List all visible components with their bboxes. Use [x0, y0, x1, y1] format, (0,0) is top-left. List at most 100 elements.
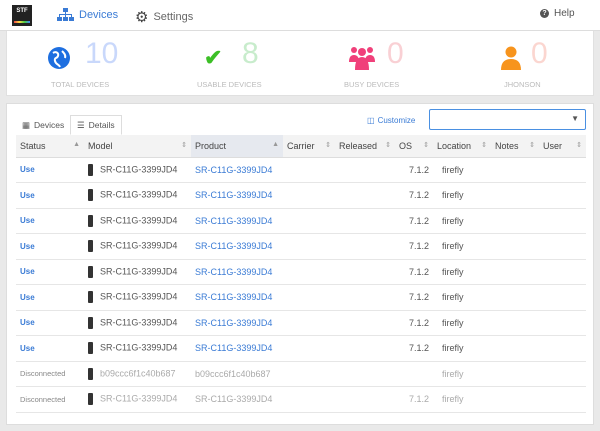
os-cell: 7.1.2 [395, 335, 433, 362]
model-cell: SR-C11G-3399JD4 [84, 157, 191, 183]
model-cell: b09ccc6f1c40b687 [84, 361, 191, 387]
product-cell[interactable]: SR-C11G-3399JD4 [191, 335, 283, 362]
model-cell: SR-C11G-3399JD4 [84, 233, 191, 260]
use-button[interactable]: Use [20, 191, 35, 200]
user-cell [539, 182, 586, 209]
phone-icon [88, 189, 93, 202]
status-cell[interactable]: Use [16, 335, 84, 362]
phone-icon [88, 316, 93, 329]
model-cell: SR-C11G-3399JD4 [84, 259, 191, 285]
os-cell: 7.1.2 [395, 284, 433, 311]
user-cell [539, 361, 586, 387]
phone-icon [88, 291, 93, 304]
location-cell: firefly [433, 259, 491, 285]
notes-cell [491, 182, 539, 209]
table-row: Use SR-C11G-3399JD4 SR-C11G-3399JD4 7.1.2 fi… [16, 182, 586, 209]
table-row: Use SR-C11G-3399JD4 SR-C11G-3399JD4 7.1.2 fi… [16, 259, 586, 285]
released-cell [335, 233, 395, 260]
nav-help[interactable]: ? Help [540, 8, 575, 19]
location-cell: firefly [433, 386, 491, 413]
product-cell[interactable]: SR-C11G-3399JD4 [191, 259, 283, 285]
product-cell[interactable]: SR-C11G-3399JD4 [191, 182, 283, 209]
table-row: Use SR-C11G-3399JD4 SR-C11G-3399JD4 7.1.2 fi… [16, 208, 586, 234]
os-cell: 7.1.2 [395, 157, 433, 183]
phone-icon [88, 367, 93, 380]
column-header-carrier[interactable]: Carrier ⇕ [283, 135, 335, 158]
column-header-notes[interactable]: Notes ⇕ [491, 135, 539, 158]
os-cell: 7.1.2 [395, 233, 433, 260]
model-cell: SR-C11G-3399JD4 [84, 284, 191, 311]
user-icon [501, 46, 521, 70]
notes-cell [491, 208, 539, 234]
product-cell[interactable]: SR-C11G-3399JD4 [191, 208, 283, 234]
table-row: Use SR-C11G-3399JD4 SR-C11G-3399JD4 7.1.2 fi… [16, 284, 586, 311]
stf-logo[interactable]: STF [12, 5, 32, 26]
status-cell[interactable]: Use [16, 182, 84, 209]
question-circle-icon: ? [540, 9, 549, 18]
status-cell[interactable]: Use [16, 259, 84, 285]
model-cell: SR-C11G-3399JD4 [84, 335, 191, 362]
use-button[interactable]: Use [20, 242, 35, 251]
column-header-status[interactable]: Status ▲ [16, 135, 84, 158]
column-header-location[interactable]: Location ⇕ [433, 135, 491, 158]
sort-icon: ⇕ [325, 141, 331, 149]
location-cell: firefly [433, 182, 491, 209]
phone-icon [88, 214, 93, 227]
carrier-cell [283, 233, 335, 260]
status-cell[interactable]: Use [16, 157, 84, 183]
product-cell[interactable]: SR-C11G-3399JD4 [191, 310, 283, 336]
sort-icon: ⇕ [529, 141, 535, 149]
customize-button[interactable]: ◫ Customize [367, 116, 415, 125]
carrier-cell [283, 361, 335, 387]
product-cell[interactable]: SR-C11G-3399JD4 [191, 233, 283, 260]
use-button[interactable]: Use [20, 216, 35, 225]
users-icon [349, 47, 375, 70]
filter-select[interactable]: ▼ [429, 109, 586, 130]
column-header-os[interactable]: OS ⇕ [395, 135, 433, 158]
model-cell: SR-C11G-3399JD4 [84, 386, 191, 413]
tab-details[interactable]: ☰ Details [70, 115, 122, 135]
notes-cell [491, 335, 539, 362]
carrier-cell [283, 259, 335, 285]
product-cell[interactable]: SR-C11G-3399JD4 [191, 284, 283, 311]
top-nav: STF Devices ⚙ Settings ? Help [0, 0, 600, 31]
user-cell [539, 284, 586, 311]
location-cell: firefly [433, 208, 491, 234]
status-cell: Disconnected [16, 386, 84, 413]
product-cell: SR-C11G-3399JD4 [191, 386, 283, 413]
column-header-product[interactable]: Product ▲ [191, 135, 283, 158]
use-button[interactable]: Use [20, 344, 35, 353]
released-cell [335, 386, 395, 413]
table-row: Use SR-C11G-3399JD4 SR-C11G-3399JD4 7.1.2 fi… [16, 233, 586, 260]
use-button: Disconnected [20, 369, 66, 379]
column-header-released[interactable]: Released ⇕ [335, 135, 395, 158]
use-button[interactable]: Use [20, 267, 35, 276]
released-cell [335, 310, 395, 336]
status-cell[interactable]: Use [16, 233, 84, 260]
columns-icon: ◫ [367, 116, 375, 125]
phone-icon [88, 240, 93, 253]
location-cell: firefly [433, 233, 491, 260]
use-button[interactable]: Use [20, 318, 35, 327]
status-cell[interactable]: Use [16, 284, 84, 311]
column-header-user[interactable]: User ⇕ [539, 135, 586, 158]
product-cell: b09ccc6f1c40b687 [191, 361, 283, 387]
released-cell [335, 335, 395, 362]
tab-devices[interactable]: ▦ Devices [16, 115, 70, 135]
table-row: Use SR-C11G-3399JD4 SR-C11G-3399JD4 7.1.2 fi… [16, 157, 586, 183]
use-button[interactable]: Use [20, 165, 35, 174]
product-cell[interactable]: SR-C11G-3399JD4 [191, 157, 283, 183]
nav-devices[interactable]: Devices [57, 8, 118, 21]
sort-icon: ⇕ [576, 141, 582, 149]
released-cell [335, 284, 395, 311]
location-cell: firefly [433, 361, 491, 387]
location-cell: firefly [433, 310, 491, 336]
status-cell[interactable]: Use [16, 310, 84, 336]
status-cell[interactable]: Use [16, 208, 84, 234]
phone-icon [88, 342, 93, 355]
column-header-model[interactable]: Model ⇕ [84, 135, 191, 158]
user-cell [539, 310, 586, 336]
use-button[interactable]: Use [20, 293, 35, 302]
nav-settings[interactable]: ⚙ Settings [135, 8, 193, 26]
use-button: Disconnected [20, 394, 66, 404]
